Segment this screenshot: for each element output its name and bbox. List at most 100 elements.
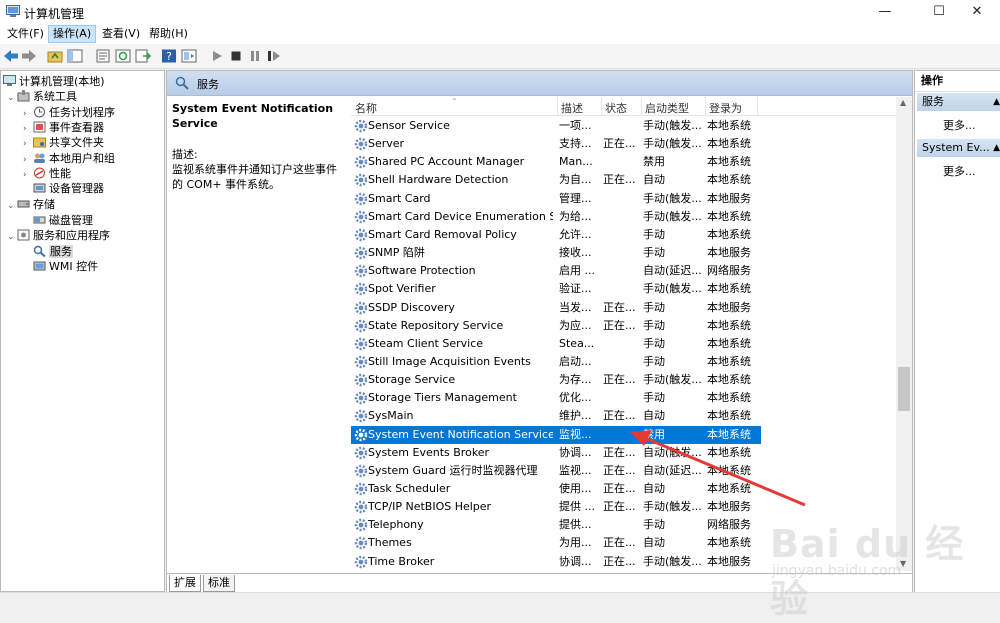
tree-item-services[interactable]: 服务 — [23, 244, 73, 259]
table-row[interactable]: Still Image Acquisition Events 启动... 手动 本地系… — [351, 353, 761, 371]
column-divider[interactable] — [757, 97, 758, 115]
table-row[interactable]: TCP/IP NetBIOS Helper 提供 ... 正在... 手动(触发...… — [351, 498, 761, 516]
tree-item-local-users[interactable]: › 本地用户和组 — [23, 151, 115, 166]
event-viewer-icon — [33, 121, 46, 133]
show-tree-icon[interactable] — [66, 47, 84, 65]
column-header-description[interactable]: 描述 — [561, 100, 583, 116]
table-row[interactable]: Storage Service 为存... 正在... 手动(触发... 本地系统 — [351, 371, 761, 389]
column-divider[interactable] — [641, 97, 642, 115]
tree-item-performance[interactable]: › 性能 — [23, 166, 71, 181]
cell-description: 监视... — [559, 463, 592, 477]
more-actions-link[interactable]: 更多... — [943, 163, 976, 179]
restart-icon[interactable] — [265, 47, 283, 65]
table-row[interactable]: SNMP 陷阱 接收... 手动 本地服务 — [351, 244, 761, 262]
menu-view[interactable]: 查看(V) — [98, 26, 144, 42]
table-row[interactable]: Telephony 提供... 手动 网络服务 — [351, 516, 761, 534]
column-header-startup-type[interactable]: 启动类型 — [645, 100, 689, 116]
close-button[interactable]: ✕ — [954, 0, 1000, 24]
tree-item-storage[interactable]: ⌄ 存储 — [7, 197, 55, 212]
list-header: 名称 ⌃ 描述 状态 启动类型 登录为 — [351, 97, 896, 116]
cell-name: Time Broker — [368, 554, 435, 568]
table-row[interactable]: SSDP Discovery 当发... 正在... 手动 本地服务 — [351, 299, 761, 317]
table-row[interactable]: State Repository Service 为应... 正在... 手动 本地系统 — [351, 317, 761, 335]
table-row[interactable]: System Guard 运行时监视器代理 监视... 正在... 自动(延迟... 本… — [351, 462, 761, 480]
panel-header: 服务 — [167, 71, 912, 96]
chevron-down-icon[interactable]: ⌄ — [7, 230, 17, 245]
tree-item-computer-management[interactable]: 计算机管理(本地) — [3, 74, 105, 89]
cell-status: 正在... — [603, 482, 636, 495]
pause-icon[interactable] — [246, 47, 264, 65]
chevron-right-icon[interactable]: › — [23, 137, 33, 152]
view-icon[interactable] — [180, 47, 198, 65]
cell-logon-as: 本地系统 — [707, 137, 751, 151]
menu-action[interactable]: 操作(A) — [48, 25, 97, 43]
cell-name: Themes — [368, 536, 412, 550]
minimize-button[interactable]: — — [862, 0, 908, 24]
column-divider[interactable] — [601, 97, 602, 115]
refresh-icon[interactable] — [114, 47, 132, 65]
tab-standard[interactable]: 标准 — [203, 575, 235, 592]
table-row[interactable]: Storage Tiers Management 优化... 手动 本地系统 — [351, 389, 761, 407]
column-header-name[interactable]: 名称 — [355, 100, 377, 116]
table-row[interactable]: Shell Hardware Detection 为自... 正在... 自动 本地系统 — [351, 171, 761, 189]
chevron-down-icon[interactable]: ⌄ — [7, 91, 17, 106]
up-folder-icon[interactable] — [46, 47, 64, 65]
computer-icon — [3, 75, 16, 86]
table-row[interactable]: Sensor Service 一项... 手动(触发... 本地系统 — [351, 117, 761, 135]
chevron-down-icon[interactable]: ⌄ — [7, 199, 17, 214]
help-icon[interactable]: ? — [160, 47, 178, 65]
column-divider[interactable] — [557, 97, 558, 115]
collapse-icon[interactable]: ▲ — [993, 139, 1000, 157]
column-divider[interactable] — [705, 97, 706, 115]
column-header-status[interactable]: 状态 — [605, 100, 627, 116]
scroll-up-icon[interactable]: ▲ — [900, 98, 906, 107]
cell-startup-type: 自动 — [643, 409, 665, 423]
tree-item-wmi-control[interactable]: WMI 控件 — [23, 259, 98, 274]
table-row[interactable]: Themes 为用... 正在... 自动 本地系统 — [351, 534, 761, 552]
tree-item-shared-folders[interactable]: › 共享文件夹 — [23, 135, 104, 150]
menu-help[interactable]: 帮助(H) — [145, 26, 192, 42]
menu-file[interactable]: 文件(F) — [3, 26, 48, 42]
table-row[interactable]: System Event Notification Service 监视... 禁用… — [351, 425, 761, 444]
tree-item-services-and-applications[interactable]: ⌄ 服务和应用程序 — [7, 228, 110, 243]
vertical-scrollbar[interactable]: ▲ ▼ — [896, 97, 912, 571]
table-row[interactable]: Shared PC Account Manager Man... 禁用 本地系统 — [351, 153, 761, 171]
back-icon[interactable] — [2, 47, 20, 65]
table-row[interactable]: Smart Card Removal Policy 允许... 手动 本地系统 — [351, 226, 761, 244]
table-row[interactable]: Task Scheduler 使用... 正在... 自动 本地系统 — [351, 480, 761, 498]
cell-startup-type: 自动 — [643, 482, 665, 495]
column-header-logon-as[interactable]: 登录为 — [709, 100, 742, 116]
table-row[interactable]: SysMain 维护... 正在... 自动 本地系统 — [351, 407, 761, 425]
export-icon[interactable] — [134, 47, 152, 65]
table-row[interactable]: Smart Card 管理... 手动(触发... 本地服务 — [351, 190, 761, 208]
scrollbar-thumb[interactable] — [898, 367, 910, 411]
cell-logon-as: 本地系统 — [707, 354, 751, 368]
tree-item-event-viewer[interactable]: › 事件查看器 — [23, 120, 104, 135]
service-gear-icon — [354, 319, 368, 332]
stop-icon[interactable] — [227, 47, 245, 65]
cell-name: Shell Hardware Detection — [368, 173, 509, 187]
table-row[interactable]: Software Protection 启用 ... 自动(延迟... 网络服务 — [351, 262, 761, 280]
table-row[interactable]: Time Broker 协调... 正在... 手动(触发... 本地服务 — [351, 553, 761, 571]
more-actions-link[interactable]: 更多... — [943, 117, 976, 133]
forward-icon[interactable] — [20, 47, 38, 65]
table-row[interactable]: Steam Client Service Stea... 手动 本地系统 — [351, 335, 761, 353]
tree-item-label: WMI 控件 — [49, 260, 99, 273]
tree-item-device-manager[interactable]: 设备管理器 — [23, 181, 104, 196]
properties-icon[interactable] — [94, 47, 112, 65]
tree-item-disk-management[interactable]: 磁盘管理 — [23, 213, 93, 228]
table-row[interactable]: Smart Card Device Enumeration Servi... 为给… — [351, 208, 761, 226]
table-row[interactable]: System Events Broker 协调... 正在... 自动(触发... 本地… — [351, 444, 761, 462]
actions-section-selected-service[interactable]: System Ev... ▲ — [917, 139, 1000, 157]
cell-name: Steam Client Service — [368, 336, 484, 350]
tab-extended[interactable]: 扩展 — [169, 575, 201, 592]
table-row[interactable]: Server 支持... 正在... 手动(触发... 本地系统 — [351, 135, 761, 153]
actions-section-services[interactable]: 服务 ▲ — [917, 93, 1000, 111]
tree-item-task-scheduler[interactable]: › 任务计划程序 — [23, 105, 115, 120]
table-row[interactable]: Spot Verifier 验证... 手动(触发... 本地系统 — [351, 280, 761, 298]
tree-item-system-tools[interactable]: ⌄ 系统工具 — [7, 89, 77, 104]
navigation-tree: 计算机管理(本地) ⌄ 系统工具 › 任务计划程序 › 事件查看器 › 共享文件夹 › 本… — [0, 70, 165, 592]
service-gear-icon — [354, 192, 368, 205]
play-icon[interactable] — [208, 47, 226, 65]
collapse-icon[interactable]: ▲ — [993, 93, 1000, 111]
